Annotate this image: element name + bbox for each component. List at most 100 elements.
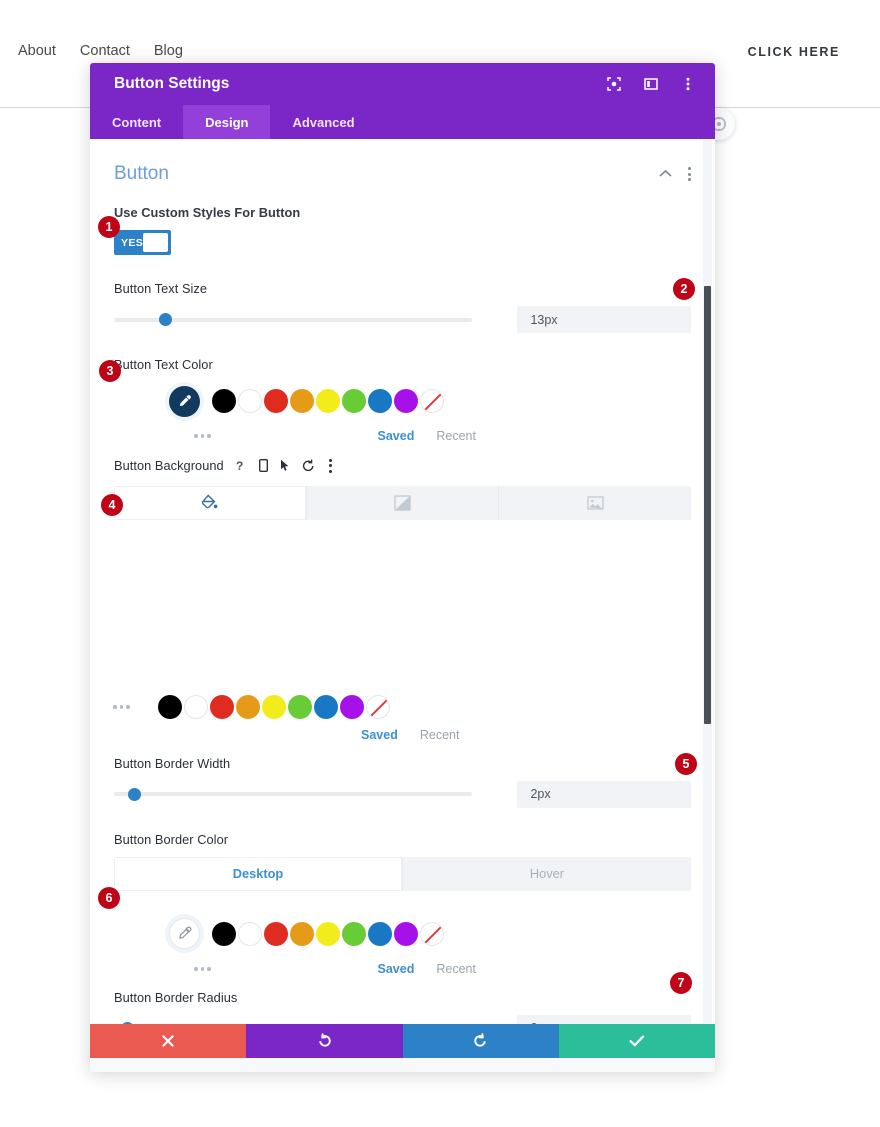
layout-panel-icon[interactable] (643, 77, 658, 92)
background-kebab-menu-icon[interactable] (327, 457, 334, 475)
close-x-icon (162, 1035, 174, 1047)
cursor-icon[interactable] (280, 459, 290, 472)
border-radius-value-input[interactable]: 0px (517, 1014, 691, 1024)
swatch-purple[interactable] (394, 389, 418, 413)
swatch-red[interactable] (264, 389, 288, 413)
border-radius-slider[interactable] (114, 1019, 472, 1024)
tab-advanced[interactable]: Advanced (270, 105, 376, 139)
border-width-slider[interactable] (114, 785, 473, 803)
text-size-value-input[interactable]: 13px (517, 306, 691, 333)
saved-tab[interactable]: Saved (361, 728, 398, 742)
gradient-icon (394, 495, 411, 511)
border-color-more-options-icon[interactable] (194, 967, 211, 971)
text-color-swatches (212, 389, 444, 413)
border-width-label: Button Border Width (114, 755, 231, 771)
text-color-palette-row (90, 380, 715, 422)
background-tab-color[interactable] (114, 485, 307, 520)
border-color-eyedropper-button[interactable] (168, 918, 200, 950)
slider-track (114, 792, 473, 797)
text-color-picker-wrap (163, 380, 205, 422)
text-size-field: Button Text Size 13px (90, 281, 715, 333)
swatch-yellow[interactable] (316, 389, 340, 413)
swatch-red[interactable] (264, 921, 288, 946)
text-color-eyedropper-button[interactable] (168, 385, 200, 417)
saved-tab[interactable]: Saved (378, 962, 415, 976)
site-cta-button[interactable]: CLICK HERE (748, 45, 840, 59)
focus-target-icon[interactable] (606, 77, 621, 92)
background-label-row: Button Background ? (114, 457, 691, 475)
modal-header: Button Settings (90, 63, 715, 105)
kebab-menu-icon[interactable] (680, 77, 695, 92)
help-icon[interactable]: ? (235, 459, 247, 472)
swatch-transparent[interactable] (420, 389, 444, 413)
slider-handle[interactable] (158, 313, 172, 326)
custom-styles-field: Use Custom Styles For Button (90, 205, 715, 220)
background-picker-region (90, 520, 715, 695)
nav-link-contact[interactable]: Contact (80, 43, 130, 59)
swatch-red[interactable] (209, 694, 234, 719)
scrollbar-thumb[interactable] (704, 286, 711, 724)
annotation-badge-4: 4 (101, 494, 123, 516)
swatch-black[interactable] (157, 694, 182, 719)
background-tab-gradient[interactable] (306, 485, 500, 520)
nav-link-blog[interactable]: Blog (154, 43, 183, 59)
border-width-field: Button Border Width 2px (90, 756, 715, 808)
save-button[interactable] (558, 1024, 715, 1058)
swatch-blue[interactable] (368, 921, 392, 946)
swatch-yellow[interactable] (316, 921, 340, 946)
swatch-white[interactable] (183, 694, 208, 719)
border-color-tab-hover[interactable]: Hover (403, 856, 691, 891)
background-tab-image[interactable] (499, 485, 691, 520)
background-more-options-icon[interactable] (113, 705, 130, 709)
chevron-up-icon[interactable] (659, 165, 672, 183)
settings-content: Button Use Custom Styles For Button YES … (90, 139, 715, 1024)
swatch-orange[interactable] (290, 389, 314, 413)
swatch-blue[interactable] (368, 389, 392, 413)
text-size-slider[interactable] (114, 311, 473, 329)
text-color-saved-recent: Saved Recent (378, 429, 476, 443)
recent-tab[interactable]: Recent (420, 728, 460, 742)
swatch-orange[interactable] (235, 694, 260, 719)
swatch-transparent[interactable] (420, 921, 444, 946)
recent-tab[interactable]: Recent (436, 962, 476, 976)
saved-tab[interactable]: Saved (378, 429, 415, 443)
slider-handle[interactable] (120, 1021, 134, 1024)
background-swatches (157, 694, 390, 719)
swatch-white[interactable] (238, 389, 262, 413)
swatch-purple[interactable] (339, 694, 364, 719)
swatch-blue[interactable] (313, 694, 338, 719)
custom-styles-toggle[interactable]: YES (114, 230, 171, 255)
swatch-black[interactable] (212, 389, 236, 413)
recent-tab[interactable]: Recent (436, 429, 476, 443)
undo-button[interactable] (246, 1024, 403, 1058)
section-kebab-menu-icon[interactable] (686, 165, 693, 183)
modal-title: Button Settings (114, 75, 230, 92)
swatch-green[interactable] (287, 694, 312, 719)
modal-footer-shadow (90, 1058, 715, 1072)
tab-design[interactable]: Design (183, 105, 271, 139)
swatch-green[interactable] (342, 921, 366, 946)
cancel-button[interactable] (90, 1024, 247, 1058)
slider-handle[interactable] (127, 787, 141, 801)
swatch-green[interactable] (342, 389, 366, 413)
mobile-icon[interactable] (258, 459, 268, 473)
reset-icon[interactable] (302, 459, 315, 472)
swatch-purple[interactable] (394, 921, 418, 946)
eyedropper-icon (179, 394, 191, 406)
tab-content[interactable]: Content (90, 105, 183, 139)
toggle-knob (143, 233, 168, 252)
border-color-tab-desktop[interactable]: Desktop (114, 856, 403, 891)
swatch-black[interactable] (212, 921, 236, 946)
redo-button[interactable] (402, 1024, 559, 1058)
background-label: Button Background (114, 458, 224, 474)
swatch-transparent[interactable] (365, 694, 390, 719)
swatch-orange[interactable] (290, 921, 314, 946)
nav-link-about[interactable]: About (18, 43, 56, 59)
annotation-badge-6: 6 (98, 887, 120, 909)
border-width-value-input[interactable]: 2px (517, 780, 691, 808)
swatch-yellow[interactable] (261, 694, 286, 719)
swatch-white[interactable] (238, 921, 262, 946)
text-color-footer-row: Saved Recent (90, 422, 715, 443)
annotation-badge-2: 2 (673, 278, 695, 300)
text-color-more-options-icon[interactable] (194, 434, 211, 438)
